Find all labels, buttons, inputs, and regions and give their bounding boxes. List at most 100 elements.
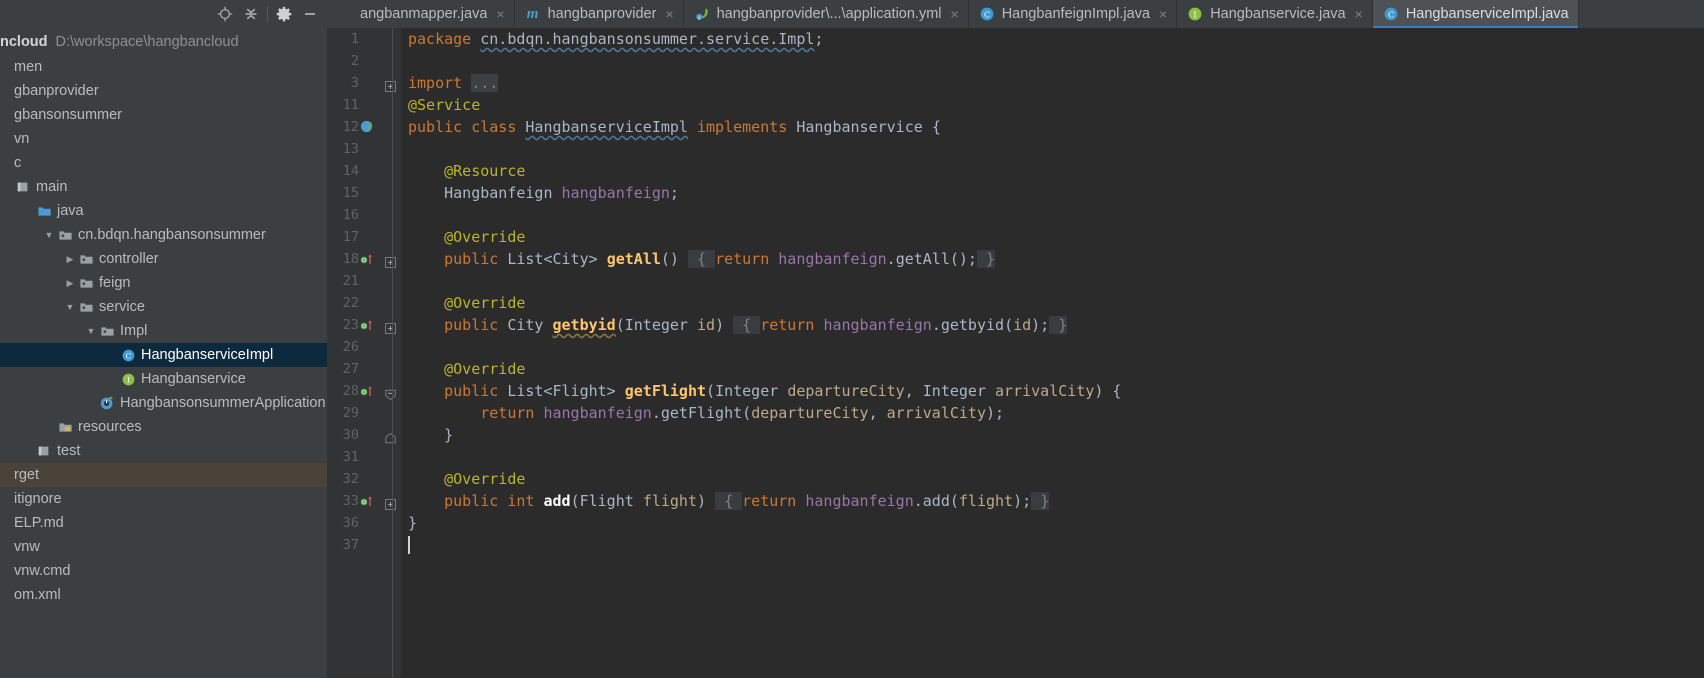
- editor-tab-angbanmapper[interactable]: angbanmapper.java ×: [327, 0, 515, 28]
- gutter-override-icon[interactable]: O: [359, 317, 375, 333]
- tree-item-hangbansonsummerapplication[interactable]: HangbansonsummerApplication: [0, 391, 327, 415]
- code-line-3[interactable]: import ...: [408, 72, 1704, 94]
- settings-gear-icon[interactable]: [271, 3, 297, 25]
- close-icon[interactable]: ×: [665, 7, 673, 21]
- tree-item-gbanprovider[interactable]: gbanprovider: [0, 79, 327, 103]
- chevron-right-icon[interactable]: ▶: [63, 254, 77, 265]
- gutter-line-11[interactable]: 11: [327, 94, 401, 116]
- code-line-36[interactable]: }: [408, 512, 1704, 534]
- gutter-line-29[interactable]: 29: [327, 402, 401, 424]
- close-icon[interactable]: ×: [1159, 7, 1167, 21]
- code-line-30[interactable]: }: [408, 424, 1704, 446]
- tree-item-elp-md[interactable]: ELP.md: [0, 511, 327, 535]
- close-icon[interactable]: ×: [1355, 7, 1363, 21]
- code-line-21[interactable]: [408, 270, 1704, 292]
- fold-toggle-icon[interactable]: [385, 495, 397, 510]
- gutter-override-icon[interactable]: O: [359, 493, 375, 509]
- code-line-28[interactable]: public List<Flight> getFlight(Integer de…: [408, 380, 1704, 402]
- code-line-33[interactable]: public int add(Flight flight) { return h…: [408, 490, 1704, 512]
- tree-item-men[interactable]: men: [0, 55, 327, 79]
- project-tree-panel[interactable]: ncloud D:\workspace\hangbancloud men gban…: [0, 28, 327, 678]
- tree-item-resources[interactable]: resources: [0, 415, 327, 439]
- code-line-23[interactable]: public City getbyid(Integer id) { return…: [408, 314, 1704, 336]
- gutter-line-12[interactable]: 12: [327, 116, 401, 138]
- gutter-override-icon[interactable]: O: [359, 251, 375, 267]
- tree-item-vn[interactable]: vn: [0, 127, 327, 151]
- fold-toggle-icon[interactable]: [385, 385, 397, 401]
- tree-item-rget[interactable]: rget: [0, 463, 327, 487]
- editor-tab-hangbanservice[interactable]: I Hangbanservice.java ×: [1177, 0, 1373, 28]
- fold-toggle-icon[interactable]: [385, 253, 397, 268]
- hide-tool-window-icon[interactable]: [297, 3, 323, 25]
- code-line-12[interactable]: public class HangbanserviceImpl implemen…: [408, 116, 1704, 138]
- tree-item-c[interactable]: c: [0, 151, 327, 175]
- tree-item-hangbanserviceimpl[interactable]: C HangbanserviceImpl: [0, 343, 327, 367]
- tree-item-java[interactable]: java: [0, 199, 327, 223]
- chevron-down-icon[interactable]: ▼: [84, 326, 98, 336]
- collapse-all-icon[interactable]: [238, 3, 264, 25]
- project-root-row[interactable]: ncloud D:\workspace\hangbancloud: [0, 29, 327, 55]
- gutter-line-3[interactable]: 3: [327, 72, 401, 94]
- code-line-13[interactable]: [408, 138, 1704, 160]
- code-line-29[interactable]: return hangbanfeign.getFlight(departureC…: [408, 402, 1704, 424]
- gutter-override-icon[interactable]: O: [359, 383, 375, 399]
- tree-item-main[interactable]: main: [0, 175, 327, 199]
- gutter-line-1[interactable]: 1: [327, 28, 401, 50]
- code-line-1[interactable]: package cn.bdqn.hangbansonsummer.service…: [408, 28, 1704, 50]
- code-line-16[interactable]: [408, 204, 1704, 226]
- gutter-line-26[interactable]: 26: [327, 336, 401, 358]
- code-line-31[interactable]: [408, 446, 1704, 468]
- close-icon[interactable]: ×: [496, 7, 504, 21]
- gutter-line-33[interactable]: 33 O: [327, 490, 401, 512]
- gutter-line-14[interactable]: 14: [327, 160, 401, 182]
- fold-toggle-icon[interactable]: [385, 319, 397, 334]
- gutter-line-21[interactable]: 21: [327, 270, 401, 292]
- code-line-14[interactable]: @Resource: [408, 160, 1704, 182]
- tree-item-test[interactable]: test: [0, 439, 327, 463]
- gutter-line-23[interactable]: 23 O: [327, 314, 401, 336]
- fold-toggle-icon[interactable]: [385, 429, 397, 444]
- code-line-11[interactable]: @Service: [408, 94, 1704, 116]
- code-line-18[interactable]: public List<City> getAll() { return hang…: [408, 248, 1704, 270]
- gutter-line-30[interactable]: 30: [327, 424, 401, 446]
- gutter-line-2[interactable]: 2: [327, 50, 401, 72]
- code-line-26[interactable]: [408, 336, 1704, 358]
- gutter-line-28[interactable]: 28 O: [327, 380, 401, 402]
- gutter-line-16[interactable]: 16: [327, 204, 401, 226]
- code-line-17[interactable]: @Override: [408, 226, 1704, 248]
- tree-item-controller[interactable]: ▶ controller: [0, 247, 327, 271]
- code-line-32[interactable]: @Override: [408, 468, 1704, 490]
- tree-item-impl[interactable]: ▼ Impl: [0, 319, 327, 343]
- tree-item-vnw[interactable]: vnw: [0, 535, 327, 559]
- gutter-line-37[interactable]: 37: [327, 534, 401, 556]
- tree-item-om-xml[interactable]: om.xml: [0, 583, 327, 607]
- code-editor[interactable]: 1 2 3 11 12 13 14 15 16 17 18 O 21 22 23 O 26 27 28 O 29 30 31…: [327, 28, 1704, 678]
- gutter-line-27[interactable]: 27: [327, 358, 401, 380]
- code-line-2[interactable]: [408, 50, 1704, 72]
- editor-tab-hangbanfeignimpl[interactable]: C HangbanfeignImpl.java ×: [969, 0, 1178, 28]
- gutter-line-13[interactable]: 13: [327, 138, 401, 160]
- gutter-line-36[interactable]: 36: [327, 512, 401, 534]
- gutter-line-22[interactable]: 22: [327, 292, 401, 314]
- gutter-spring-bean-icon[interactable]: [359, 119, 375, 135]
- chevron-down-icon[interactable]: ▼: [63, 302, 77, 312]
- code-line-37[interactable]: [408, 534, 1704, 556]
- close-icon[interactable]: ×: [951, 7, 959, 21]
- editor-code-area[interactable]: package cn.bdqn.hangbansonsummer.service…: [401, 28, 1704, 678]
- tree-item-cn-bdqn-hangbansonsummer[interactable]: ▼ cn.bdqn.hangbansonsummer: [0, 223, 327, 247]
- editor-tab-hangbanprovider[interactable]: m hangbanprovider ×: [515, 0, 684, 28]
- editor-gutter[interactable]: 1 2 3 11 12 13 14 15 16 17 18 O 21 22 23 O 26 27 28 O 29 30 31…: [327, 28, 401, 678]
- tree-item-itignore[interactable]: itignore: [0, 487, 327, 511]
- gutter-line-31[interactable]: 31: [327, 446, 401, 468]
- locate-icon[interactable]: [212, 3, 238, 25]
- gutter-line-15[interactable]: 15: [327, 182, 401, 204]
- gutter-line-18[interactable]: 18 O: [327, 248, 401, 270]
- tree-item-vnw-cmd[interactable]: vnw.cmd: [0, 559, 327, 583]
- gutter-line-32[interactable]: 32: [327, 468, 401, 490]
- editor-tab-application-yml[interactable]: y hangbanprovider\...\application.yml ×: [684, 0, 969, 28]
- tree-item-service[interactable]: ▼ service: [0, 295, 327, 319]
- chevron-right-icon[interactable]: ▶: [63, 278, 77, 289]
- code-line-27[interactable]: @Override: [408, 358, 1704, 380]
- code-line-15[interactable]: Hangbanfeign hangbanfeign;: [408, 182, 1704, 204]
- chevron-down-icon[interactable]: ▼: [42, 230, 56, 240]
